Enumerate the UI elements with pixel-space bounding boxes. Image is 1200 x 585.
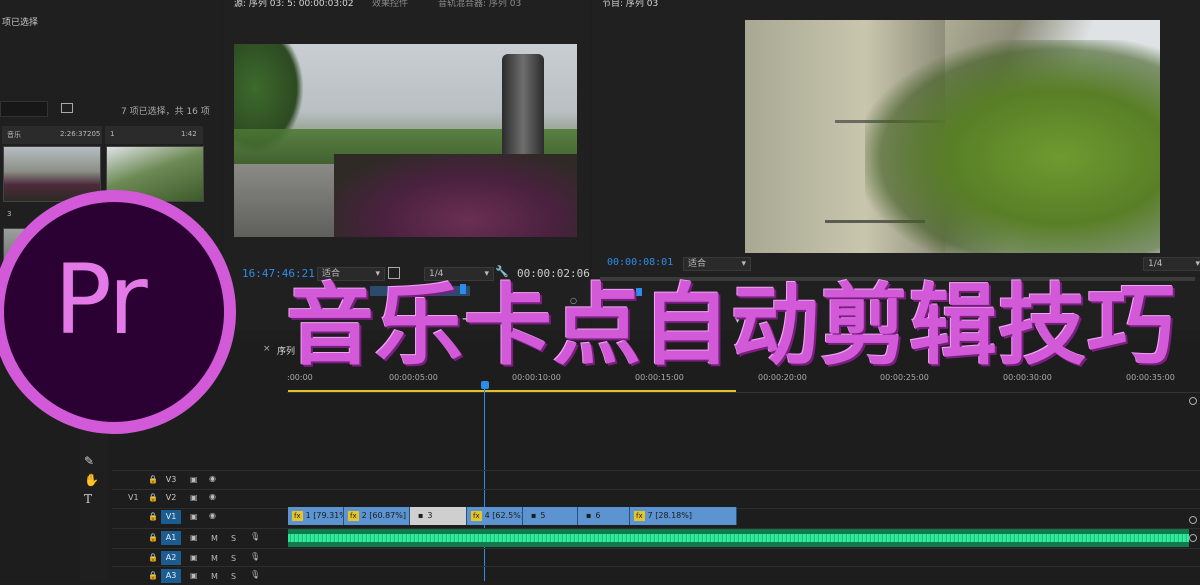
lock-icon[interactable]: 🔒 bbox=[148, 512, 158, 521]
clip-icon: ▪ bbox=[418, 511, 424, 520]
film-icon[interactable]: ▣ bbox=[190, 533, 198, 542]
video-clip[interactable]: ▪ 3 bbox=[410, 507, 467, 525]
logo-text: Pr bbox=[54, 244, 148, 356]
video-clip[interactable]: ▪ 5 bbox=[523, 507, 578, 525]
video-clip[interactable]: fx 4 [62.5%] bbox=[467, 507, 523, 525]
item-3-label: 3 bbox=[7, 210, 12, 218]
program-quality-dropdown[interactable]: 1/4 ▾ bbox=[1143, 257, 1200, 271]
project-item-header-2: 1 1:42 bbox=[105, 126, 203, 144]
program-title: 节目: 序列 03 bbox=[602, 0, 659, 9]
solo-button[interactable]: S bbox=[231, 534, 236, 543]
audio-waveform bbox=[288, 534, 1189, 542]
lock-icon[interactable]: 🔒 bbox=[148, 553, 158, 562]
track-name-v3[interactable]: V3 bbox=[161, 473, 181, 487]
microphone-icon[interactable]: 🎙 bbox=[250, 552, 260, 561]
video-clip[interactable]: ▪ 6 bbox=[578, 507, 630, 525]
track-row-v3 bbox=[112, 470, 1200, 489]
new-bin-icon[interactable] bbox=[61, 103, 73, 113]
track-name-v2[interactable]: V2 bbox=[161, 491, 181, 505]
tab-audio-mixer[interactable]: 音轨混合器: 序列 03 bbox=[438, 0, 521, 9]
clip-label: 6 bbox=[595, 511, 601, 520]
foliage-shape bbox=[865, 40, 1160, 253]
chevron-down-icon: ▾ bbox=[741, 259, 746, 269]
project-item-header-1: 音乐 2:26:37205 bbox=[2, 126, 102, 144]
track-row-v2 bbox=[112, 489, 1200, 508]
clip-label: 7 [28.18%] bbox=[647, 511, 692, 520]
hand-icon[interactable]: ✋ bbox=[84, 473, 99, 487]
program-timecode[interactable]: 00:00:08:01 bbox=[607, 257, 673, 268]
project-selection-top: 项已选择 bbox=[2, 18, 39, 28]
track-row-a2 bbox=[112, 548, 1200, 567]
clip-label: 2 [60.87%] bbox=[361, 511, 406, 520]
work-area-bar[interactable] bbox=[288, 390, 736, 392]
track-row-a3 bbox=[112, 566, 1200, 585]
scroll-handle-icon[interactable] bbox=[1189, 516, 1197, 524]
clip-label: 5 bbox=[540, 511, 546, 520]
source-patch-v1[interactable]: V1 bbox=[128, 493, 139, 502]
clip-label: 1 [79.31%] bbox=[305, 511, 343, 520]
fx-badge: fx bbox=[634, 510, 645, 521]
lock-icon[interactable]: 🔒 bbox=[148, 533, 158, 542]
track-name-a1[interactable]: A1 bbox=[161, 531, 181, 545]
mute-button[interactable]: M bbox=[211, 534, 218, 543]
fit-value: 适合 bbox=[688, 259, 707, 269]
tab-effect-controls[interactable]: 效果控件 bbox=[372, 0, 408, 9]
mute-button[interactable]: M bbox=[211, 554, 218, 563]
fx-badge: fx bbox=[292, 510, 303, 521]
program-video-frame bbox=[745, 20, 1160, 253]
selection-count: 7 项已选择，共 16 项 bbox=[121, 107, 210, 117]
program-fit-dropdown[interactable]: 适合 ▾ bbox=[683, 257, 751, 271]
audio-clip[interactable] bbox=[288, 529, 1189, 547]
scroll-handle-icon[interactable] bbox=[1189, 397, 1197, 405]
timeline-playhead-handle[interactable] bbox=[481, 381, 489, 389]
track-name-a2[interactable]: A2 bbox=[161, 551, 181, 565]
video-clip[interactable]: fx 7 [28.18%] bbox=[630, 507, 737, 525]
eye-icon[interactable]: ◉ bbox=[209, 492, 216, 501]
fx-badge: fx bbox=[348, 510, 359, 521]
scroll-handle-icon[interactable] bbox=[1189, 534, 1197, 542]
clip-icon: ▪ bbox=[586, 511, 592, 520]
video-title: 音乐卡点自动剪辑技巧 bbox=[286, 274, 1177, 377]
fx-badge: fx bbox=[471, 510, 482, 521]
timeline-close-icon[interactable]: × bbox=[263, 344, 271, 354]
film-icon[interactable]: ▣ bbox=[190, 475, 198, 484]
clip-label: 3 bbox=[427, 511, 433, 520]
chevron-down-icon: ▾ bbox=[1195, 259, 1200, 269]
source-tab-active[interactable]: 源: 序列 03: 5: 00:00:03:02 bbox=[234, 0, 354, 9]
eye-icon[interactable]: ◉ bbox=[209, 474, 216, 483]
quality-value: 1/4 bbox=[1148, 259, 1163, 269]
video-clip[interactable]: fx1 [79.31%] bbox=[288, 507, 344, 525]
film-icon[interactable]: ▣ bbox=[190, 553, 198, 562]
item-name: 1 bbox=[110, 130, 115, 138]
microphone-icon[interactable]: 🎙 bbox=[250, 532, 260, 541]
item-duration: 1:42 bbox=[181, 130, 197, 138]
film-icon[interactable]: ▣ bbox=[190, 571, 198, 580]
solo-button[interactable]: S bbox=[231, 554, 236, 563]
film-icon[interactable]: ▣ bbox=[190, 512, 198, 521]
clip-label: 4 [62.5%] bbox=[484, 511, 523, 520]
mute-button[interactable]: M bbox=[211, 572, 218, 581]
pen-icon[interactable]: ✎ bbox=[84, 454, 94, 468]
item-duration: 2:26:37205 bbox=[60, 130, 101, 138]
lock-icon[interactable]: 🔒 bbox=[148, 493, 158, 502]
microphone-icon[interactable]: 🎙 bbox=[250, 570, 260, 579]
source-video-frame bbox=[234, 44, 577, 237]
eye-icon[interactable]: ◉ bbox=[209, 511, 216, 520]
purple-plant-shape bbox=[334, 154, 577, 237]
track-name-v1[interactable]: V1 bbox=[161, 510, 181, 524]
item-name: 音乐 bbox=[7, 131, 21, 139]
video-clip[interactable]: fx 2 [60.87%] bbox=[344, 507, 410, 525]
solo-button[interactable]: S bbox=[231, 572, 236, 581]
premiere-pro-logo: Pr bbox=[0, 190, 236, 434]
lock-icon[interactable]: 🔒 bbox=[148, 475, 158, 484]
project-search-input[interactable] bbox=[0, 101, 48, 117]
film-icon[interactable]: ▣ bbox=[190, 493, 198, 502]
type-tool-icon[interactable]: T bbox=[84, 492, 92, 506]
lock-icon[interactable]: 🔒 bbox=[148, 571, 158, 580]
clip-icon: ▪ bbox=[531, 511, 537, 520]
